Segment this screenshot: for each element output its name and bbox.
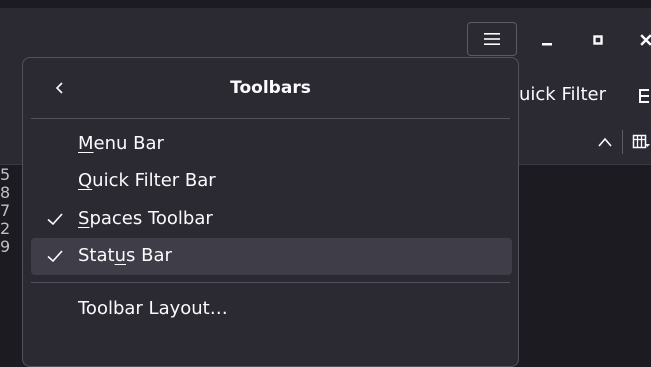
message-list-partial-column: 5 8 7 2 9	[0, 166, 14, 256]
column-picker-button[interactable]	[632, 134, 650, 154]
menu-item-spaces-toolbar[interactable]: Spaces Toolbar	[31, 201, 512, 238]
app-menu-button[interactable]	[467, 22, 517, 56]
list-number: 7	[0, 201, 11, 220]
toolbars-menu-panel: Toolbars Menu Bar Quick Filter Bar Space…	[22, 57, 519, 367]
menu-item-toolbar-layout[interactable]: Toolbar Layout…	[31, 291, 512, 328]
checkmark-icon	[47, 250, 63, 263]
menu-item-label: Quick Filter Bar	[78, 170, 216, 191]
list-number: 2	[0, 219, 11, 238]
quick-filter-icon[interactable]	[637, 86, 651, 112]
menu-item-label: Status Bar	[78, 245, 172, 266]
panel-divider	[31, 118, 510, 119]
panel-header: Toolbars	[23, 58, 518, 119]
quick-filter-button-label[interactable]: uick Filter	[519, 84, 606, 105]
menu-item-quick-filter-bar[interactable]: Quick Filter Bar	[31, 163, 512, 200]
menu-item-label: Toolbar Layout…	[78, 298, 228, 319]
sort-direction-button[interactable]	[597, 134, 613, 153]
close-button[interactable]	[634, 28, 651, 52]
menu-item-status-bar[interactable]: Status Bar	[31, 238, 512, 275]
list-number: 8	[0, 183, 11, 202]
checkmark-icon	[47, 213, 63, 226]
maximize-button[interactable]	[586, 28, 610, 52]
list-number: 9	[0, 237, 11, 256]
menu-item-label: Spaces Toolbar	[78, 208, 213, 229]
panel-divider	[31, 282, 510, 283]
column-picker-icon	[632, 134, 650, 149]
close-icon	[640, 34, 651, 46]
minimize-icon	[542, 43, 552, 46]
minimize-button[interactable]	[535, 28, 559, 52]
menu-item-menu-bar[interactable]: Menu Bar	[31, 126, 512, 163]
list-number: 5	[0, 166, 11, 184]
maximize-icon	[593, 35, 603, 45]
hamburger-icon	[484, 33, 500, 45]
column-separator	[622, 130, 623, 154]
panel-title: Toolbars	[230, 78, 311, 98]
menu-item-label: Menu Bar	[78, 133, 164, 154]
chevron-up-icon	[598, 137, 612, 147]
